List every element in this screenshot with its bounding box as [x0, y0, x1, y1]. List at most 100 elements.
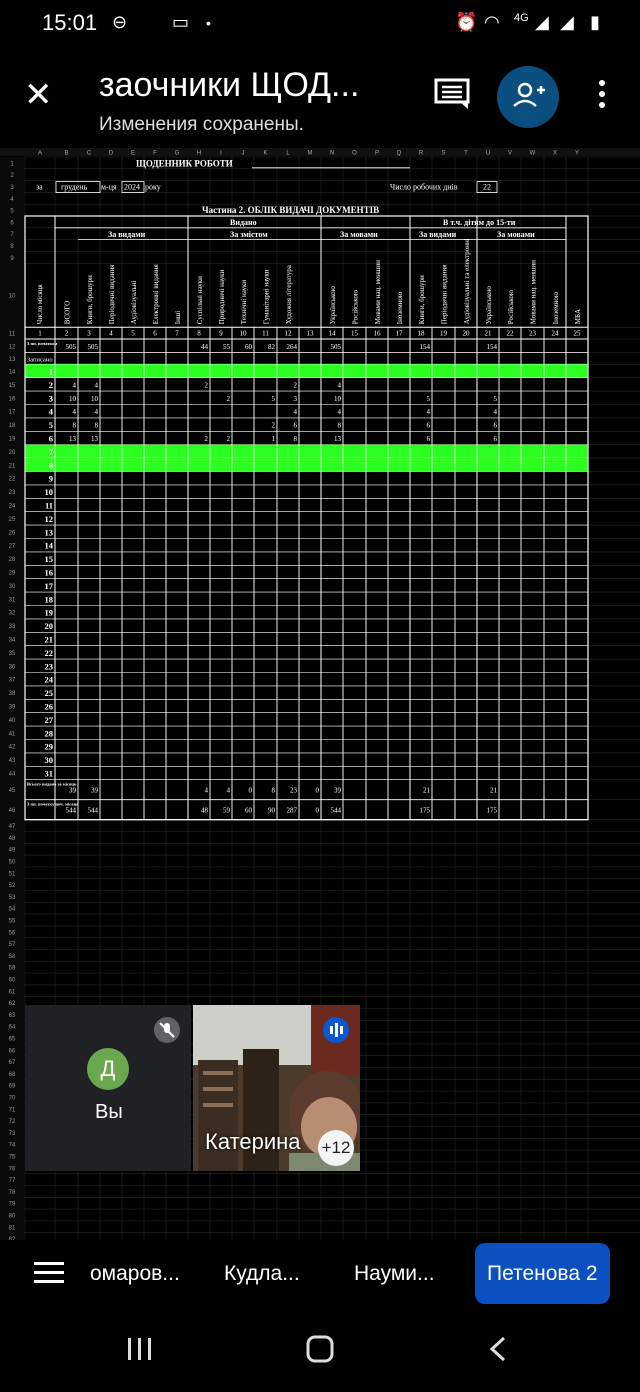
cell-value: 154: [487, 343, 498, 351]
self-video-tile[interactable]: Д Вы: [25, 1005, 191, 1171]
column-number: 21: [485, 330, 493, 338]
column-number: 15: [351, 330, 359, 338]
row-number: 19: [9, 437, 16, 443]
row-number: 22: [9, 477, 16, 483]
row-number: 51: [9, 871, 16, 877]
column-number: 19: [440, 330, 448, 338]
mic-off-icon: [154, 1017, 180, 1043]
row-number: 27: [9, 544, 16, 550]
more-options-icon[interactable]: [592, 80, 612, 110]
cell-value: 544: [66, 807, 77, 815]
participant-video-tile[interactable]: Катерина +12: [193, 1005, 360, 1171]
column-heading: Суспільні науки: [196, 276, 204, 324]
row-number: 76: [9, 1166, 16, 1172]
sheet-tabs-bar: омаров... Кудла... Науми... Петенова 2: [0, 1240, 640, 1312]
row-number: 16: [9, 396, 16, 402]
header-vydano: Видано: [230, 218, 257, 227]
column-heading: Інші: [174, 311, 182, 324]
column-number: 10: [240, 330, 248, 338]
column-letter: M: [308, 151, 313, 157]
row-number: 50: [9, 860, 16, 866]
column-letter: Y: [575, 151, 579, 157]
column-number: 8: [197, 330, 201, 338]
cell-value: 287: [287, 807, 298, 815]
recent-apps-icon[interactable]: [128, 1338, 151, 1360]
row-number: 60: [9, 978, 16, 984]
sheet-tab[interactable]: Науми...: [354, 1262, 435, 1286]
day-number: 12: [45, 514, 54, 524]
more-participants-badge[interactable]: +12: [318, 1130, 354, 1166]
cell-value: 4: [338, 381, 342, 389]
home-icon[interactable]: [306, 1335, 334, 1363]
row-number: 79: [9, 1202, 16, 1208]
day-number: 18: [45, 594, 54, 604]
day-number: 28: [45, 728, 54, 738]
close-icon[interactable]: ✕: [24, 78, 53, 112]
back-icon[interactable]: [489, 1336, 506, 1362]
add-person-button[interactable]: [497, 66, 559, 128]
row-number: 25: [9, 517, 16, 523]
network-type: 4G: [514, 12, 529, 24]
column-heading: Українською: [485, 286, 493, 324]
column-number: 18: [418, 330, 426, 338]
cell-value: 505: [88, 343, 99, 351]
row-number: 34: [9, 638, 16, 644]
sheet-tab[interactable]: Кудла...: [224, 1262, 300, 1286]
cell-value: 154: [420, 343, 431, 351]
cell-value: 4: [427, 408, 431, 416]
sheet-tab[interactable]: омаров...: [90, 1262, 180, 1286]
day-number: 26: [45, 702, 54, 712]
row-number: 52: [9, 883, 16, 889]
cell-value: 4: [294, 408, 298, 416]
row-number: 49: [9, 848, 16, 854]
day-number: 8: [49, 460, 53, 470]
sheet-tab-active[interactable]: Петенова 2: [475, 1243, 610, 1304]
cell-value: 4: [95, 381, 99, 389]
row-number: 75: [9, 1155, 16, 1161]
cell-value: 544: [88, 807, 99, 815]
cell-value: 2: [294, 381, 298, 389]
row-number: 37: [9, 678, 16, 684]
cell-value: 505: [66, 343, 77, 351]
column-letter: C: [87, 151, 92, 157]
row-number: 15: [9, 383, 16, 389]
add-person-icon: [513, 82, 545, 107]
cell-value: 2: [227, 435, 231, 443]
row-number: 71: [9, 1107, 16, 1113]
column-heading: Природничі науки: [218, 269, 226, 324]
column-number: 20: [463, 330, 471, 338]
signal-icon: ◢: [535, 12, 549, 32]
row-number: 54: [9, 907, 16, 913]
column-letter: B: [64, 151, 68, 157]
column-heading: Гуманітарні науки: [263, 269, 271, 324]
row-number: 67: [9, 1060, 16, 1066]
cell-value: 2: [272, 422, 276, 430]
row-number: 33: [9, 624, 16, 630]
status-bar: 15:01 ⊖ ▭ • ⏰ ◠ 4G ◢ ◢ ▮: [0, 0, 640, 48]
row-number: 45: [9, 788, 16, 794]
header-za-vydamy-children: За видами: [419, 230, 457, 239]
all-sheets-menu-icon[interactable]: [34, 1262, 64, 1286]
column-letter: T: [464, 151, 468, 157]
cell-value: 4: [494, 408, 498, 416]
row-number: 65: [9, 1037, 16, 1043]
cell-value: 44: [201, 343, 209, 351]
row-number: 32: [9, 611, 16, 617]
column-heading: Російською: [352, 290, 360, 324]
comment-icon[interactable]: [434, 78, 470, 110]
column-heading: Російською: [507, 290, 515, 324]
row-number: 81: [9, 1225, 16, 1231]
cell-value: 1: [272, 435, 276, 443]
cell-value: 4: [73, 381, 77, 389]
column-number: 16: [374, 330, 382, 338]
section-title: Частина 2. ОБЛІК ВИДАЧІ ДОКУМЕНТІВ: [202, 205, 379, 215]
cell-value: 13: [91, 435, 99, 443]
column-heading: Книги, брошури: [86, 275, 94, 324]
column-heading: Книги, брошури: [418, 275, 426, 324]
cell-value: 39: [334, 787, 342, 795]
column-letter: F: [153, 151, 157, 157]
cell-value: 4: [73, 408, 77, 416]
row-number: 56: [9, 930, 16, 936]
cell-value: 5: [494, 395, 498, 403]
row-number: 63: [9, 1013, 16, 1019]
